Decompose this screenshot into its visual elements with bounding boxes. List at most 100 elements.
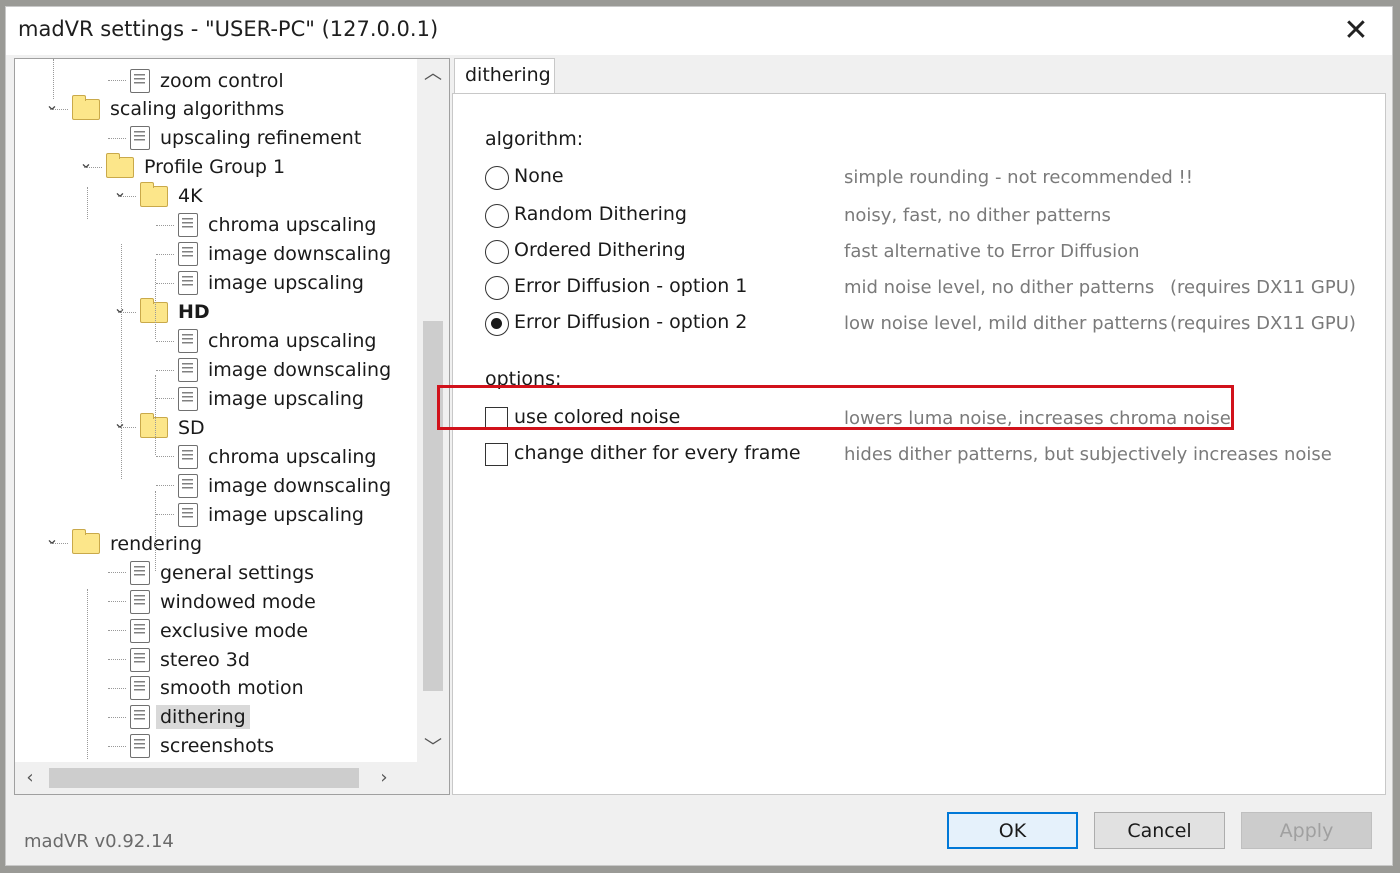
title-bar[interactable]: madVR settings - "USER-PC" (127.0.0.1) ✕ bbox=[6, 7, 1392, 55]
tree-connector bbox=[156, 398, 174, 400]
tree-item[interactable]: smooth motion bbox=[130, 674, 308, 703]
tree-item[interactable]: zoom control bbox=[130, 66, 288, 95]
scroll-left-icon[interactable]: ‹ bbox=[15, 762, 45, 794]
tree-connector bbox=[156, 224, 174, 226]
tree-item[interactable]: image upscaling bbox=[178, 269, 368, 298]
tree-item[interactable]: image downscaling bbox=[178, 471, 395, 500]
folder-icon bbox=[140, 413, 168, 439]
tree-connector bbox=[156, 369, 174, 371]
document-icon bbox=[178, 358, 198, 382]
option-requirement: (requires DX11 GPU) bbox=[1170, 277, 1356, 298]
checkbox-use-colored-noise[interactable] bbox=[485, 407, 508, 430]
version-label: madVR v0.92.14 bbox=[24, 831, 174, 852]
apply-button[interactable]: Apply bbox=[1241, 812, 1372, 849]
tree-folder[interactable]: Profile Group 1 bbox=[106, 152, 289, 182]
scroll-down-icon[interactable]: ﹀ bbox=[417, 733, 449, 763]
tree-connector bbox=[118, 195, 136, 197]
document-icon bbox=[130, 676, 150, 701]
chevron-down-icon[interactable]: ⌄ bbox=[44, 96, 60, 113]
option-description: hides dither patterns, but subjectively … bbox=[844, 444, 1332, 465]
chevron-down-icon[interactable]: ⌄ bbox=[44, 531, 60, 547]
radio-none[interactable] bbox=[485, 166, 509, 190]
scroll-up-icon[interactable]: ︿ bbox=[417, 59, 449, 89]
radio-ordered-dithering[interactable] bbox=[485, 240, 509, 264]
tree-folder[interactable]: HD bbox=[140, 297, 214, 327]
tree-item-label: image downscaling bbox=[208, 243, 392, 266]
document-icon bbox=[130, 68, 150, 93]
tree-folder[interactable]: 4K bbox=[140, 181, 207, 211]
tree-item[interactable]: chroma upscaling bbox=[178, 442, 380, 471]
tree-item-label: rendering bbox=[110, 532, 203, 555]
option-label[interactable]: change dither for every frame bbox=[514, 442, 801, 464]
tree-item-label: chroma upscaling bbox=[208, 330, 377, 353]
radio-random-dithering[interactable] bbox=[485, 204, 509, 228]
tree-item[interactable]: exclusive mode bbox=[130, 616, 312, 645]
tree-folder[interactable]: scaling algorithms bbox=[72, 94, 288, 124]
chevron-down-icon[interactable]: ⌄ bbox=[78, 154, 94, 171]
tree-item[interactable]: chroma upscaling bbox=[178, 211, 380, 240]
option-label[interactable]: Error Diffusion - option 2 bbox=[514, 311, 747, 333]
tree-connector bbox=[156, 340, 174, 342]
algorithm-option-none[interactable]: None simple rounding - not recommended !… bbox=[485, 164, 1375, 194]
option-label[interactable]: use colored noise bbox=[514, 406, 680, 428]
algorithm-option-ordered-dithering[interactable]: Ordered Dithering fast alternative to Er… bbox=[485, 238, 1375, 268]
tree-item[interactable]: image downscaling bbox=[178, 356, 395, 385]
option-change-dither-every-frame[interactable]: change dither for every frame hides dith… bbox=[485, 441, 1375, 471]
tree-item[interactable]: stereo 3d bbox=[130, 645, 254, 674]
option-label[interactable]: None bbox=[514, 165, 564, 187]
folder-icon bbox=[106, 152, 134, 178]
tree-item[interactable]: image upscaling bbox=[178, 384, 368, 413]
tree-item[interactable]: screenshots bbox=[130, 732, 278, 759]
tree-item[interactable]: image upscaling bbox=[178, 500, 368, 529]
tree-item-label: upscaling refinement bbox=[160, 127, 362, 150]
tree-folder[interactable]: rendering bbox=[72, 529, 206, 558]
tree-connector bbox=[108, 572, 126, 574]
tree-connector bbox=[108, 630, 126, 632]
tree-item[interactable]: dithering bbox=[130, 703, 250, 732]
chevron-down-icon[interactable]: ⌄ bbox=[112, 183, 128, 200]
chevron-down-icon[interactable]: ⌄ bbox=[112, 415, 128, 431]
chevron-down-icon[interactable]: ⌄ bbox=[112, 299, 128, 316]
document-icon bbox=[178, 329, 198, 354]
document-icon bbox=[178, 444, 198, 469]
vertical-scroll-thumb[interactable] bbox=[423, 321, 443, 691]
checkbox-change-dither-every-frame[interactable] bbox=[485, 443, 508, 466]
tree-item-label: scaling algorithms bbox=[110, 98, 285, 121]
document-icon bbox=[130, 734, 150, 759]
tree-item-label: Profile Group 1 bbox=[144, 156, 286, 179]
option-label[interactable]: Ordered Dithering bbox=[514, 239, 686, 261]
tree-connector bbox=[108, 659, 126, 660]
option-label[interactable]: Error Diffusion - option 1 bbox=[514, 275, 747, 297]
option-use-colored-noise[interactable]: use colored noise lowers luma noise, inc… bbox=[485, 405, 1375, 435]
ok-button[interactable]: OK bbox=[947, 812, 1078, 849]
tree-item[interactable]: chroma upscaling bbox=[178, 327, 380, 356]
horizontal-scroll-thumb[interactable] bbox=[49, 768, 359, 788]
algorithm-option-random-dithering[interactable]: Random Dithering noisy, fast, no dither … bbox=[485, 202, 1375, 232]
tree-connector bbox=[108, 687, 126, 689]
cancel-button[interactable]: Cancel bbox=[1094, 812, 1225, 849]
tree-item-label: general settings bbox=[160, 561, 315, 584]
option-description: fast alternative to Error Diffusion bbox=[844, 241, 1140, 262]
radio-error-diffusion-1[interactable] bbox=[485, 276, 509, 300]
scroll-right-icon[interactable]: › bbox=[369, 762, 399, 794]
tree-item[interactable]: image downscaling bbox=[178, 240, 395, 269]
algorithm-option-error-diffusion-2[interactable]: Error Diffusion - option 2 low noise lev… bbox=[485, 310, 1375, 340]
tree-horizontal-scrollbar[interactable]: ‹ › bbox=[15, 762, 419, 794]
document-icon bbox=[130, 705, 150, 730]
algorithm-option-error-diffusion-1[interactable]: Error Diffusion - option 1 mid noise lev… bbox=[485, 274, 1375, 304]
tree-folder[interactable]: SD bbox=[140, 413, 209, 442]
dithering-panel: algorithm: None simple rounding - not re… bbox=[452, 93, 1386, 795]
tree-item-label: 4K bbox=[178, 185, 203, 208]
tree-item[interactable]: windowed mode bbox=[130, 587, 320, 616]
tab-dithering[interactable]: dithering bbox=[454, 58, 555, 94]
tree-item[interactable]: upscaling refinement bbox=[130, 124, 365, 153]
tree-item[interactable]: general settings bbox=[130, 558, 318, 587]
tree-connector bbox=[87, 187, 88, 219]
radio-error-diffusion-2[interactable] bbox=[485, 312, 509, 336]
settings-tree: zoom control scaling algorithms ⌄ upscaling… bbox=[14, 58, 450, 795]
tree-vertical-scrollbar[interactable]: ︿ ﹀ bbox=[417, 59, 449, 763]
option-label[interactable]: Random Dithering bbox=[514, 203, 687, 225]
tree-connector bbox=[121, 244, 122, 479]
close-icon[interactable]: ✕ bbox=[1332, 11, 1380, 51]
tree-item-label: zoom control bbox=[160, 69, 284, 92]
